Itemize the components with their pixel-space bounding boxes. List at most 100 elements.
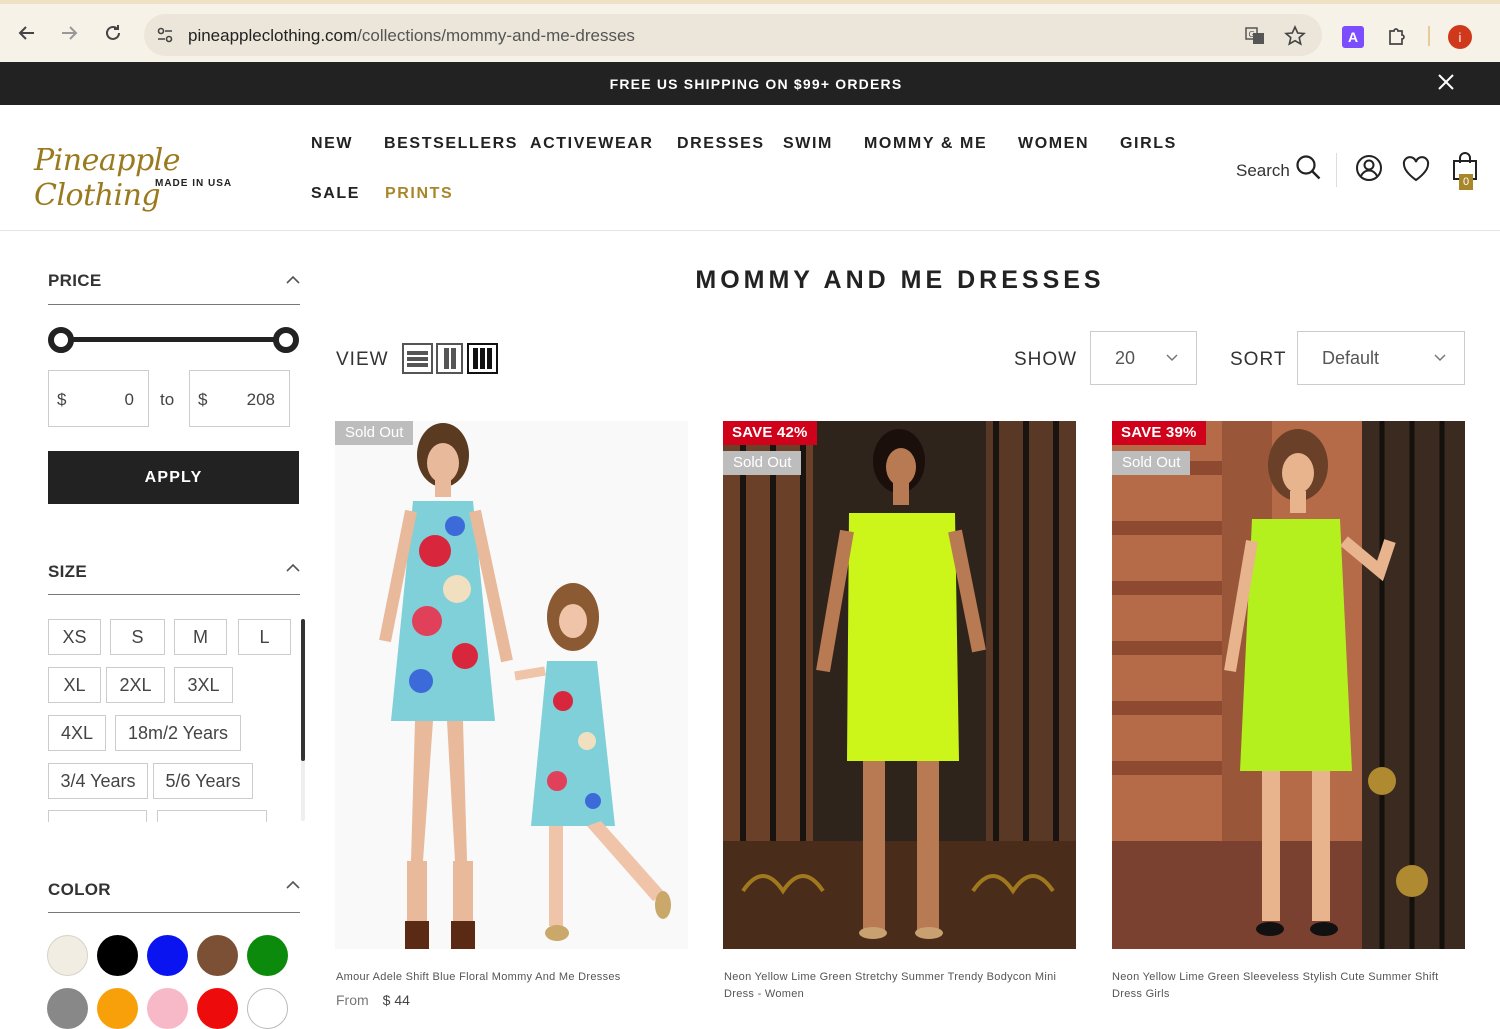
size-options-overflow — [44, 806, 300, 822]
translate-icon[interactable]: G — [1244, 25, 1266, 47]
product-name-3[interactable]: Neon Yellow Lime Green Sleeveless Stylis… — [1112, 969, 1462, 1003]
size-option-18m-2-years[interactable]: 18m/2 Years — [115, 715, 241, 751]
product-name-1[interactable]: Amour Adele Shift Blue Floral Mommy And … — [336, 969, 686, 986]
nav-mommy-me[interactable]: MOMMY & ME — [864, 135, 987, 153]
size-option-2xl[interactable]: 2XL — [106, 667, 165, 703]
chevron-up-icon[interactable] — [286, 563, 300, 573]
price-max-input[interactable]: $ 208 — [189, 370, 290, 427]
product-image-1[interactable]: Sold Out — [335, 421, 688, 949]
nav-women[interactable]: WOMEN — [1018, 135, 1089, 153]
svg-text:G: G — [1249, 30, 1255, 39]
product-photo-bodycon-dress — [723, 421, 1076, 949]
color-swatch-blue[interactable] — [147, 935, 188, 976]
address-bar[interactable]: pineappleclothing.com/collections/mommy-… — [144, 14, 1322, 56]
nav-new[interactable]: NEW — [311, 135, 353, 153]
size-scrollbar-thumb[interactable] — [301, 619, 305, 761]
logo-subtitle: MADE IN USA — [155, 178, 233, 189]
save-badge: SAVE 42% — [723, 421, 817, 445]
extension-a-icon[interactable]: A — [1342, 26, 1364, 48]
apply-button[interactable]: APPLY — [48, 451, 299, 504]
currency-symbol: $ — [57, 390, 67, 409]
account-icon[interactable] — [1354, 153, 1384, 183]
chevron-down-icon — [1434, 354, 1446, 362]
promo-text: FREE US SHIPPING ON $99+ ORDERS — [609, 76, 903, 92]
nav-prints[interactable]: PRINTS — [385, 185, 453, 203]
nav-dresses[interactable]: DRESSES — [677, 135, 765, 153]
logo[interactable]: Pineapple Clothing MADE IN USA — [34, 143, 284, 213]
size-option-3-4-years[interactable]: 3/4 Years — [48, 763, 148, 799]
nav-sale[interactable]: SALE — [311, 185, 360, 203]
reload-icon[interactable] — [100, 20, 126, 46]
color-swatch-brown[interactable] — [197, 935, 238, 976]
color-swatch-orange[interactable] — [97, 988, 138, 1029]
extensions-puzzle-icon[interactable] — [1386, 24, 1410, 48]
site-header: Pineapple Clothing MADE IN USA NEW BESTS… — [0, 105, 1500, 231]
wishlist-heart-icon[interactable] — [1401, 154, 1431, 184]
site-settings-icon[interactable] — [156, 26, 174, 44]
price-slider-max-handle[interactable] — [273, 327, 299, 353]
grid-3-view-icon[interactable] — [467, 343, 498, 374]
close-icon[interactable] — [1436, 72, 1456, 92]
size-option-xs[interactable]: XS — [48, 619, 101, 655]
size-option-m[interactable]: M — [174, 619, 227, 655]
product-photo-girls-shift-dress — [1112, 421, 1465, 949]
price-filter-divider — [48, 304, 300, 305]
color-swatch-gray[interactable] — [47, 988, 88, 1029]
page-title: MOMMY AND ME DRESSES — [695, 266, 1105, 294]
view-label: VIEW — [336, 349, 389, 370]
nav-activewear[interactable]: ACTIVEWEAR — [530, 135, 654, 153]
price-slider-min-handle[interactable] — [48, 327, 74, 353]
size-option-4xl[interactable]: 4XL — [48, 715, 106, 751]
color-swatch-red[interactable] — [197, 988, 238, 1029]
nav-girls[interactable]: GIRLS — [1120, 135, 1177, 153]
size-filter-divider — [48, 594, 300, 595]
browser-toolbar: pineappleclothing.com/collections/mommy-… — [0, 0, 1500, 62]
size-option-s[interactable]: S — [110, 619, 165, 655]
show-count-value: 20 — [1115, 348, 1136, 368]
size-option-3xl[interactable]: 3XL — [174, 667, 233, 703]
url-domain: pineappleclothing.com — [188, 26, 358, 45]
price-filter-title[interactable]: PRICE — [48, 271, 101, 291]
product-image-2[interactable]: SAVE 42% Sold Out — [723, 421, 1076, 949]
size-option-xl[interactable]: XL — [48, 667, 101, 703]
grid-2-view-icon[interactable] — [436, 343, 463, 374]
sort-label: SORT — [1230, 349, 1287, 370]
chevron-up-icon[interactable] — [286, 275, 300, 285]
chevron-down-icon — [1166, 354, 1178, 362]
color-swatch-cream[interactable] — [47, 935, 88, 976]
color-swatch-white[interactable] — [247, 988, 288, 1029]
sold-out-badge: Sold Out — [723, 451, 802, 475]
color-filter-title[interactable]: COLOR — [48, 880, 111, 900]
color-swatch-black[interactable] — [97, 935, 138, 976]
size-option-l[interactable]: L — [238, 619, 291, 655]
chevron-up-icon[interactable] — [286, 880, 300, 890]
search-label[interactable]: Search — [1236, 161, 1290, 181]
product-photo-mother-daughter — [335, 421, 688, 949]
size-filter-title[interactable]: SIZE — [48, 562, 87, 582]
search-icon[interactable] — [1294, 153, 1324, 183]
forward-icon[interactable] — [56, 20, 82, 46]
back-icon[interactable] — [14, 20, 40, 46]
list-view-icon[interactable] — [402, 343, 433, 374]
product-image-3[interactable]: SAVE 39% Sold Out — [1112, 421, 1465, 949]
url-text: pineappleclothing.com/collections/mommy-… — [188, 26, 635, 46]
nav-bestsellers[interactable]: BESTSELLERS — [384, 135, 518, 153]
price-min-input[interactable]: $ 0 — [48, 370, 149, 427]
price-value: $ 44 — [382, 992, 410, 1008]
price-max-value: 208 — [246, 390, 275, 409]
product-price-1: From $ 44 — [336, 992, 410, 1008]
bookmark-star-icon[interactable] — [1284, 25, 1306, 47]
color-swatch-green[interactable] — [247, 935, 288, 976]
cart-count-badge: 0 — [1459, 174, 1473, 190]
price-prefix: From — [336, 992, 369, 1008]
sort-select[interactable]: Default — [1297, 331, 1465, 385]
extension-label: A — [1347, 29, 1359, 45]
nav-swim[interactable]: SWIM — [783, 135, 833, 153]
show-count-select[interactable]: 20 — [1090, 331, 1197, 385]
price-slider-track[interactable] — [60, 337, 286, 342]
color-swatch-pink[interactable] — [147, 988, 188, 1029]
product-name-2[interactable]: Neon Yellow Lime Green Stretchy Summer T… — [724, 969, 1076, 1003]
size-option-5-6-years[interactable]: 5/6 Years — [153, 763, 253, 799]
price-to-label: to — [160, 390, 175, 409]
profile-avatar[interactable]: i — [1448, 25, 1472, 49]
